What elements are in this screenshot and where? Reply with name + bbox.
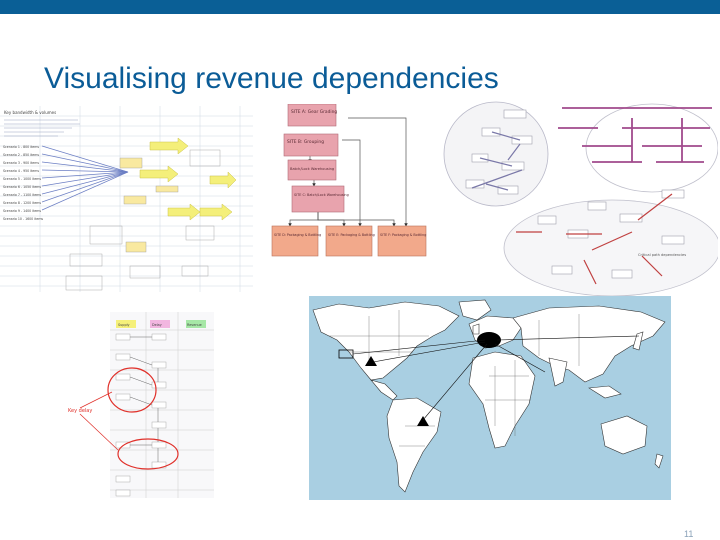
north-america <box>312 301 460 381</box>
scenario-row: Scenario 7 - 1100 items <box>3 193 41 197</box>
scenario-row: Scenario 1 - 800 items <box>3 145 39 149</box>
site-f-box <box>377 225 427 257</box>
network-graphic: Critical path dependencies <box>443 101 718 296</box>
scenario-row: Scenario 6 - 1050 items <box>3 185 41 189</box>
site-e-label: SITE E: Packaging & Bottling <box>328 233 375 237</box>
timeline-graphic: Supply Delay Revenue Key delay <box>68 312 214 498</box>
site-d-label: SITE D: Packaging & Bottling <box>274 233 321 237</box>
scenario-row: Scenario 9 - 1400 items <box>3 209 41 213</box>
slide-title: Visualising revenue dependencies <box>44 62 499 95</box>
australia <box>600 415 648 455</box>
network-panel: Critical path dependencies <box>442 100 718 296</box>
scenario-row: Scenario 2 - 850 items <box>3 153 39 157</box>
central-america <box>370 379 398 401</box>
site-b-label: SITE B: Grouping <box>287 139 324 145</box>
spreadsheet-panel: Key bandwidth & volumes Scenario 1 - 800… <box>0 106 253 292</box>
scenario-row: Scenario 5 - 1000 items <box>3 177 41 181</box>
asia <box>512 305 666 383</box>
revenue-header-label: Revenue <box>187 323 202 327</box>
south-america <box>386 397 442 493</box>
site-b-box <box>283 133 339 157</box>
world-map <box>312 299 666 493</box>
network-caption: Critical path dependencies <box>638 253 686 257</box>
scenario-row: Scenario 8 - 1200 items <box>3 201 41 205</box>
india <box>548 357 568 387</box>
spreadsheet-heading: Key bandwidth & volumes <box>4 110 56 115</box>
scenario-row: Scenario 10 - 1600 items <box>3 217 43 221</box>
site-a-label: SITE A: Gear Grading <box>291 109 337 115</box>
site-d-box <box>271 225 319 257</box>
indonesia <box>588 385 622 399</box>
spreadsheet-graphic: Key bandwidth & volumes Scenario 1 - 800… <box>0 106 253 292</box>
supply-header-label: Supply <box>118 323 130 327</box>
site-f-label: SITE F: Packaging & Bottling <box>380 233 426 237</box>
timeline-panel: Supply Delay Revenue Key delay <box>66 312 216 498</box>
delay-header-label: Delay <box>152 323 162 327</box>
flowchart-panel: SITE A: Gear Grading SITE B: Grouping Ba… <box>270 104 428 268</box>
world-map-panel <box>309 296 671 500</box>
top-accent-bar <box>0 0 720 14</box>
batch-warehouse-label: Batch/Lock Warehousing <box>290 167 334 171</box>
page-number: 11 <box>684 529 694 539</box>
new-zealand <box>654 453 664 469</box>
site-c-box <box>291 185 345 213</box>
site-e-box <box>325 225 373 257</box>
scenario-row: Scenario 3 - 900 items <box>3 161 39 165</box>
united-kingdom <box>472 323 480 335</box>
flowchart-graphic: SITE A: Gear Grading SITE B: Grouping Ba… <box>271 104 427 257</box>
key-delay-label: Key delay <box>68 408 92 414</box>
scenario-row: Scenario 4 - 950 items <box>3 169 39 173</box>
site-a-box <box>287 104 337 127</box>
site-c-label: SITE C: Batch/Lock Warehousing <box>294 193 349 197</box>
